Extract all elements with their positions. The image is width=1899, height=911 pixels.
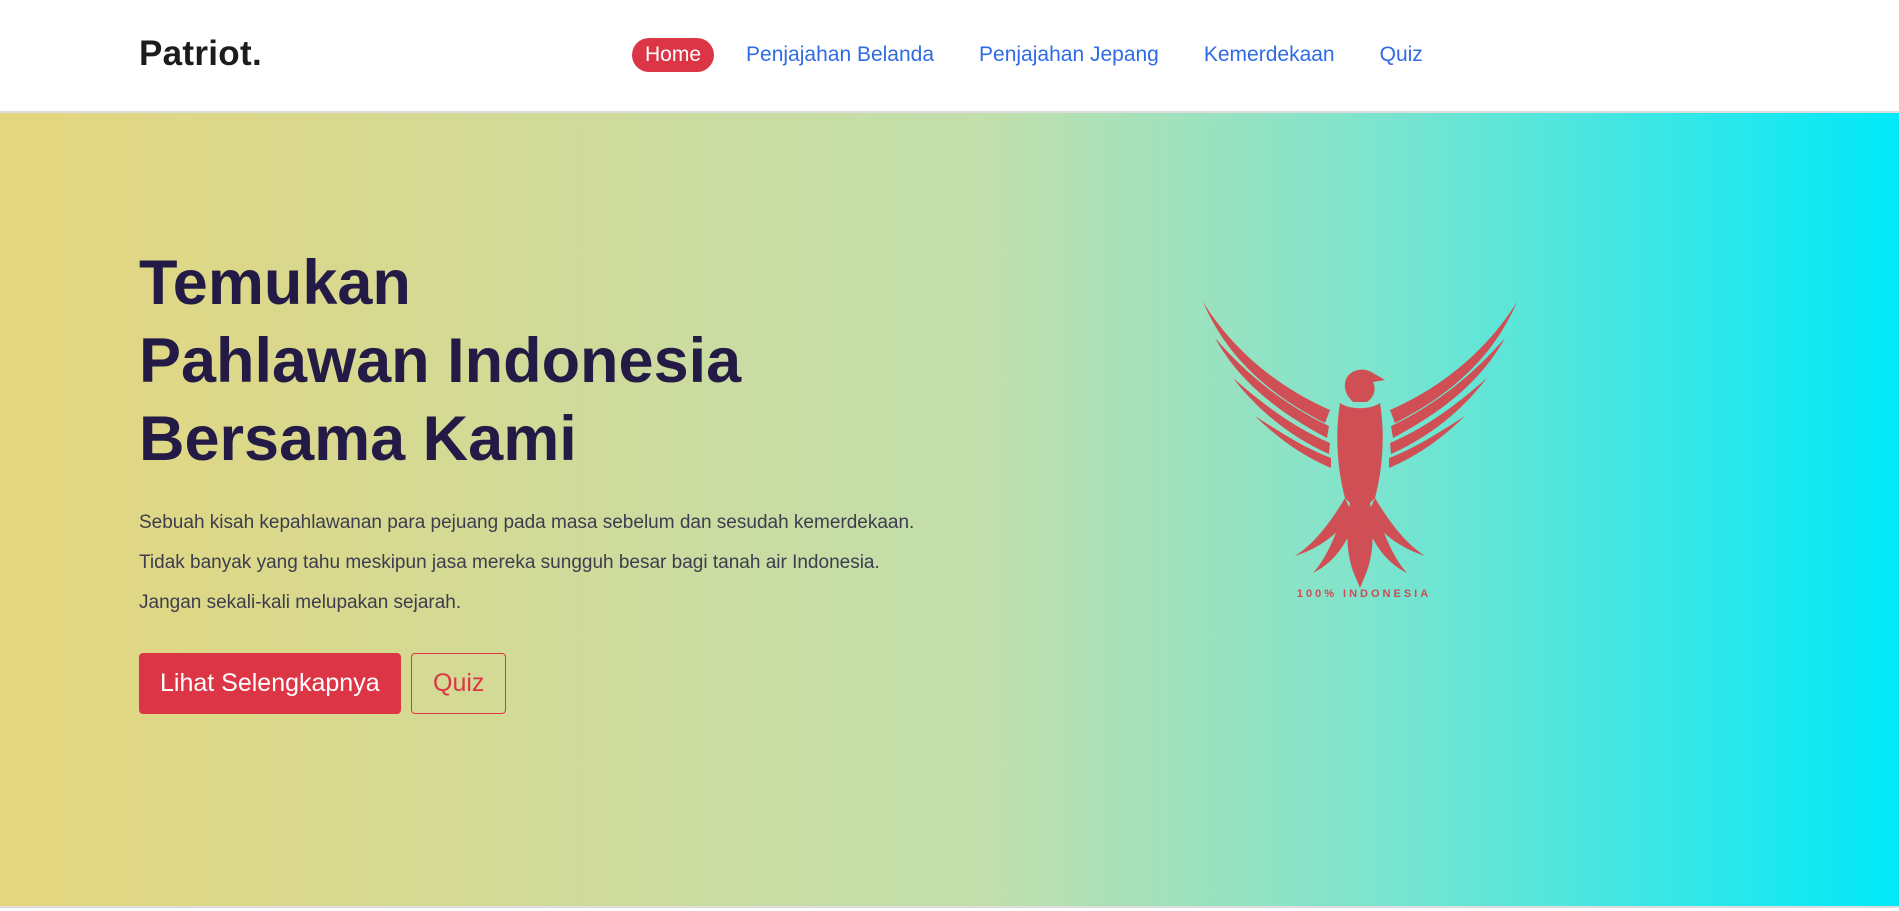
nav-link-home[interactable]: Home: [632, 38, 715, 72]
nav-link-penjajahan-belanda[interactable]: Penjajahan Belanda: [746, 38, 934, 72]
nav-links: Home Penjajahan Belanda Penjajahan Jepan…: [632, 38, 1468, 72]
hero-title-line-1: Temukan: [139, 248, 411, 318]
hero-title-line-3: Bersama Kami: [139, 404, 577, 474]
hero-description: Sebuah kisah kepahlawanan para pejuang p…: [139, 512, 915, 613]
nav-link-penjajahan-jepang[interactable]: Penjajahan Jepang: [979, 38, 1159, 72]
brand-logo[interactable]: Patriot.: [139, 34, 262, 74]
see-more-button[interactable]: Lihat Selengkapnya: [139, 653, 401, 714]
hero-title-line-2: Pahlawan Indonesia: [139, 326, 742, 396]
nav-link-kemerdekaan[interactable]: Kemerdekaan: [1204, 38, 1335, 72]
hero-title: Temukan Pahlawan Indonesia Bersama Kami: [139, 244, 741, 478]
nav-link-quiz[interactable]: Quiz: [1380, 38, 1423, 72]
emblem-caption: 100% INDONESIA: [1296, 588, 1432, 600]
quiz-button[interactable]: Quiz: [411, 653, 507, 714]
top-navbar: Patriot. Home Penjajahan Belanda Penjaja…: [0, 0, 1899, 113]
hero-section: Temukan Pahlawan Indonesia Bersama Kami …: [0, 113, 1899, 908]
eagle-icon: [1203, 302, 1517, 588]
